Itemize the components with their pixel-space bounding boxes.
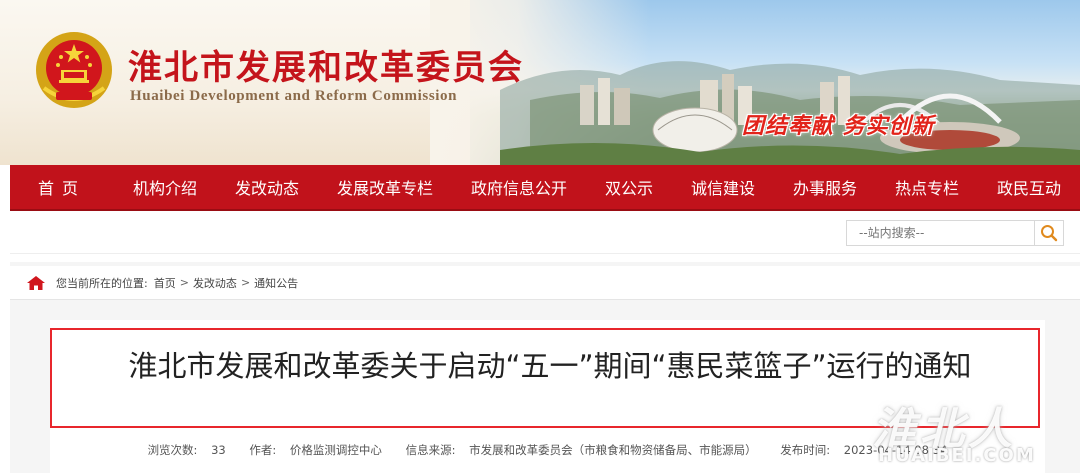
nav-item-news[interactable]: 发改动态: [216, 165, 318, 209]
author-label: 作者:: [249, 443, 277, 457]
article-meta: 浏览次数: 33 作者: 价格监测调控中心 信息来源: 市发展和改革委员会（市粮…: [50, 442, 1045, 458]
nav-item-development-column[interactable]: 发展改革专栏: [318, 165, 452, 209]
banner-slogan: 团结奉献 务实创新: [742, 114, 935, 139]
nav-item-gov-info[interactable]: 政府信息公开: [452, 165, 586, 209]
search-bar: [10, 212, 1080, 254]
views-count: 33: [211, 443, 226, 457]
search-button[interactable]: [1034, 220, 1064, 246]
search-input[interactable]: [846, 220, 1034, 246]
views-label: 浏览次数:: [147, 443, 198, 457]
site-title-cn: 淮北市发展和改革委员会: [128, 48, 524, 88]
header-banner: 淮北市发展和改革委员会 Huaibei Development and Refo…: [0, 0, 1080, 165]
nav-item-organization[interactable]: 机构介绍: [114, 165, 216, 209]
home-icon: [26, 275, 46, 291]
author-value: 价格监测调控中心: [289, 443, 382, 457]
date-value: 2023-04-14 08:34: [843, 443, 948, 457]
breadcrumb-news[interactable]: 发改动态: [193, 275, 237, 291]
article: 淮北市发展和改革委关于启动“五一”期间“惠民菜篮子”运行的通知 浏览次数: 33…: [50, 320, 1045, 473]
city-landscape-illustration: [500, 61, 1080, 165]
nav-item-credit[interactable]: 诚信建设: [672, 165, 774, 209]
breadcrumb: 您当前所在的位置: 首页 > 发改动态 > 通知公告: [10, 266, 1080, 300]
search-icon: [1041, 225, 1058, 242]
breadcrumb-separator: >: [179, 276, 189, 289]
breadcrumb-home[interactable]: 首页: [154, 275, 176, 291]
national-emblem-icon: [36, 32, 112, 108]
title-highlight-box: 淮北市发展和改革委关于启动“五一”期间“惠民菜篮子”运行的通知: [50, 328, 1040, 428]
nav-item-home[interactable]: 首页: [10, 165, 114, 209]
breadcrumb-notices[interactable]: 通知公告: [254, 275, 298, 291]
date-label: 发布时间:: [780, 443, 831, 457]
breadcrumb-prefix: 您当前所在的位置:: [56, 276, 148, 290]
nav-item-interaction[interactable]: 政民互动: [978, 165, 1080, 209]
nav-item-double-publicity[interactable]: 双公示: [586, 165, 672, 209]
article-title: 淮北市发展和改革委关于启动“五一”期间“惠民菜篮子”运行的通知: [128, 349, 972, 383]
content-area: 您当前所在的位置: 首页 > 发改动态 > 通知公告 淮北市发展和改革委关于启动…: [10, 262, 1080, 473]
nav-item-hot-topics[interactable]: 热点专栏: [876, 165, 978, 209]
breadcrumb-separator: >: [240, 276, 251, 289]
site-title-en: Huaibei Development and Reform Commissio…: [130, 88, 458, 104]
nav-item-services[interactable]: 办事服务: [774, 165, 876, 209]
source-value: 市发展和改革委员会（市粮食和物资储备局、市能源局）: [469, 443, 757, 457]
source-label: 信息来源:: [405, 443, 456, 457]
main-nav: 首页 机构介绍 发改动态 发展改革专栏 政府信息公开 双公示 诚信建设 办事服务…: [10, 165, 1080, 211]
